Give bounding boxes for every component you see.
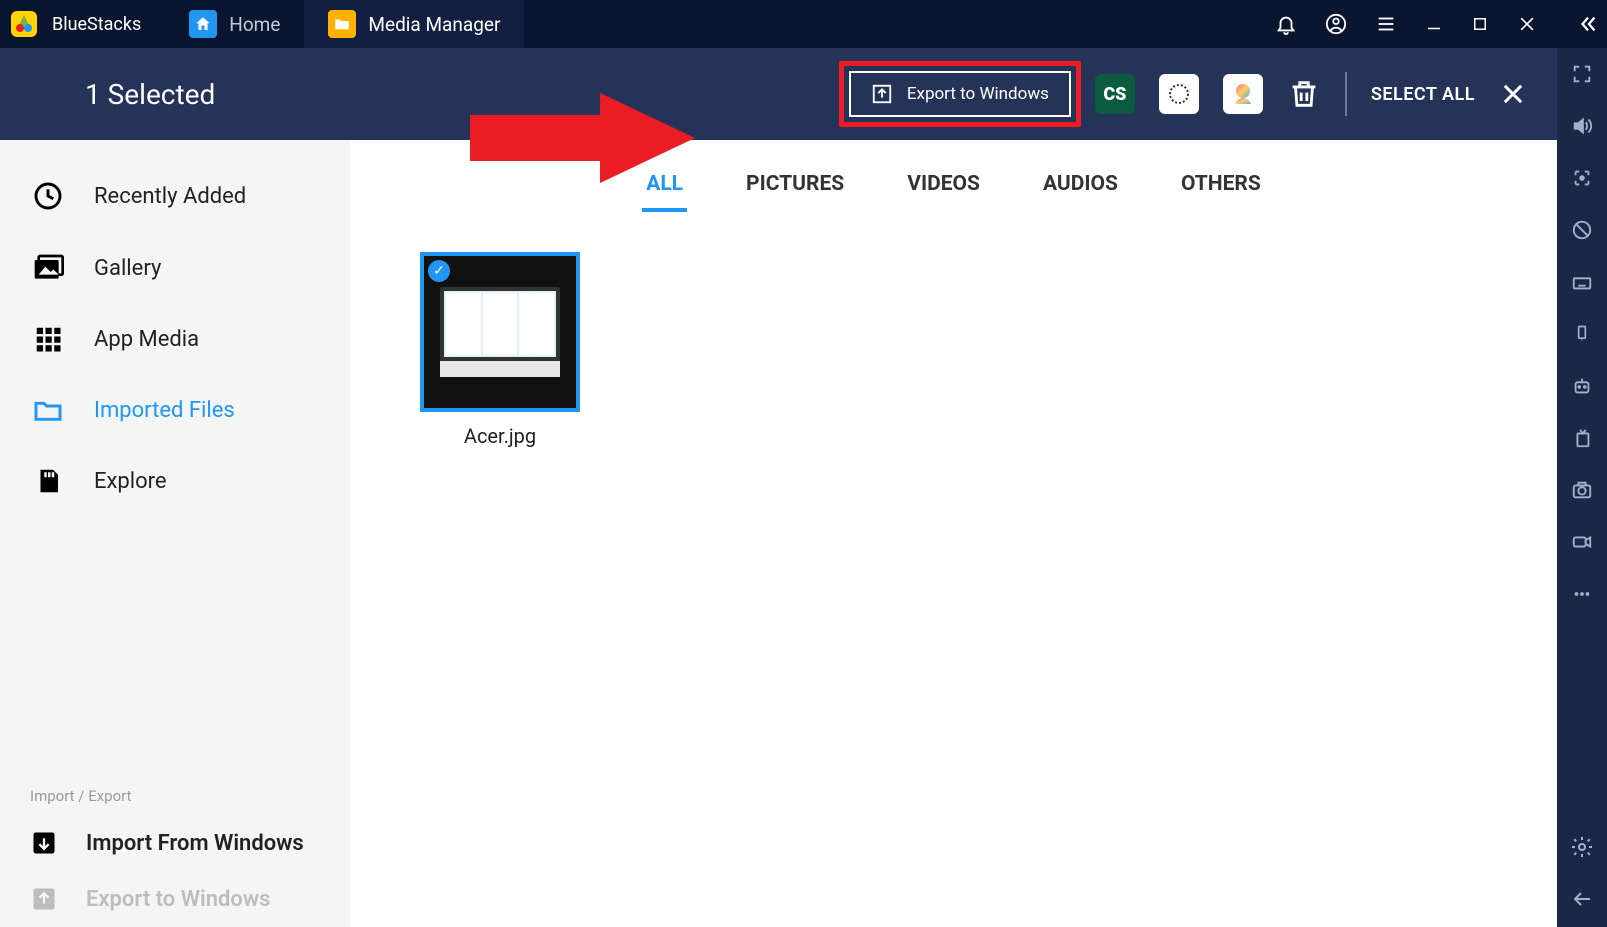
selection-header: 1 Selected Export to Windows CS SELE xyxy=(0,48,1557,140)
filter-tabs: ALL PICTURES VIDEOS AUDIOS OTHERS xyxy=(390,166,1517,212)
bell-icon[interactable] xyxy=(1275,13,1297,35)
fullscreen-icon[interactable] xyxy=(1568,60,1596,88)
clock-icon xyxy=(30,180,66,212)
export-icon xyxy=(30,885,58,913)
title-bar: BlueStacks Home Media Manager xyxy=(0,0,1607,48)
main-area: ALL PICTURES VIDEOS AUDIOS OTHERS ✓ Acer… xyxy=(350,140,1557,927)
maximize-button[interactable] xyxy=(1471,15,1489,33)
close-selection-button[interactable] xyxy=(1499,80,1527,108)
gallery-icon xyxy=(30,252,66,284)
filter-all[interactable]: ALL xyxy=(642,166,687,212)
menu-icon[interactable] xyxy=(1375,13,1397,35)
selected-check-icon: ✓ xyxy=(428,260,450,282)
tab-media-manager-label: Media Manager xyxy=(368,13,500,36)
file-item[interactable]: ✓ Acer.jpg xyxy=(420,252,580,448)
filter-pictures[interactable]: PICTURES xyxy=(742,166,848,212)
selection-count: 1 Selected xyxy=(85,78,215,111)
tabs: Home Media Manager xyxy=(165,0,524,48)
filter-others[interactable]: OTHERS xyxy=(1177,166,1265,212)
nav-imported-files[interactable]: Imported Files xyxy=(0,374,350,446)
video-icon[interactable] xyxy=(1568,528,1596,556)
keyboard-icon[interactable] xyxy=(1568,268,1596,296)
share-app-2[interactable] xyxy=(1159,74,1199,114)
share-app-faceapp[interactable] xyxy=(1223,74,1263,114)
file-thumbnail[interactable]: ✓ xyxy=(420,252,580,412)
nav-export-to-windows[interactable]: Export to Windows xyxy=(0,871,350,927)
nav-app-media-label: App Media xyxy=(94,327,199,352)
close-button[interactable] xyxy=(1517,14,1537,34)
delete-button[interactable] xyxy=(1287,77,1321,111)
rotate-icon[interactable] xyxy=(1568,320,1596,348)
nav-gallery[interactable]: Gallery xyxy=(0,232,350,304)
lock-cursor-icon[interactable] xyxy=(1568,164,1596,192)
home-icon xyxy=(189,10,217,38)
back-icon[interactable] xyxy=(1568,885,1596,913)
nav-explore[interactable]: Explore xyxy=(0,446,350,516)
app-name: BlueStacks xyxy=(52,14,141,35)
nav-section-import-export: Import / Export xyxy=(0,769,350,815)
nav-import-from-windows[interactable]: Import From Windows xyxy=(0,815,350,871)
apps-icon xyxy=(30,324,66,354)
nav-recently-added[interactable]: Recently Added xyxy=(0,160,350,232)
export-icon xyxy=(871,83,893,105)
select-all-button[interactable]: SELECT ALL xyxy=(1371,84,1475,105)
file-grid: ✓ Acer.jpg xyxy=(390,252,1517,448)
camera-icon[interactable] xyxy=(1568,476,1596,504)
import-icon xyxy=(30,829,58,857)
nav-gallery-label: Gallery xyxy=(94,256,161,281)
nav-recently-added-label: Recently Added xyxy=(94,184,246,209)
share-app-camscanner[interactable]: CS xyxy=(1095,74,1135,114)
nav-imported-files-label: Imported Files xyxy=(94,398,235,423)
folder-icon xyxy=(328,10,356,38)
tab-home[interactable]: Home xyxy=(165,0,304,48)
volume-icon[interactable] xyxy=(1568,112,1596,140)
file-name: Acer.jpg xyxy=(420,424,580,448)
window-controls xyxy=(1275,13,1599,35)
filter-videos[interactable]: VIDEOS xyxy=(903,166,984,212)
nav-explore-label: Explore xyxy=(94,469,167,494)
install-apk-icon[interactable] xyxy=(1568,424,1596,452)
account-icon[interactable] xyxy=(1325,13,1347,35)
share-apps-row: CS xyxy=(1095,74,1321,114)
export-button-label: Export to Windows xyxy=(907,84,1049,104)
nav-export-label: Export to Windows xyxy=(86,887,270,912)
tab-media-manager[interactable]: Media Manager xyxy=(304,0,524,48)
left-nav: Recently Added Gallery App Media Importe… xyxy=(0,140,350,927)
collapse-rail-icon[interactable] xyxy=(1577,13,1599,35)
divider xyxy=(1345,72,1347,116)
disabled-eye-icon[interactable] xyxy=(1568,216,1596,244)
bluestacks-logo-icon xyxy=(8,8,40,40)
settings-icon[interactable] xyxy=(1568,833,1596,861)
right-rail xyxy=(1557,48,1607,927)
filter-audios[interactable]: AUDIOS xyxy=(1039,166,1122,212)
more-icon[interactable] xyxy=(1568,580,1596,608)
export-to-windows-button[interactable]: Export to Windows xyxy=(849,71,1071,117)
minimize-button[interactable] xyxy=(1425,15,1443,33)
tab-home-label: Home xyxy=(229,13,280,36)
nav-app-media[interactable]: App Media xyxy=(0,304,350,374)
nav-import-label: Import From Windows xyxy=(86,831,304,856)
robot-icon[interactable] xyxy=(1568,372,1596,400)
sd-card-icon xyxy=(30,466,66,496)
folder-open-icon xyxy=(30,394,66,426)
